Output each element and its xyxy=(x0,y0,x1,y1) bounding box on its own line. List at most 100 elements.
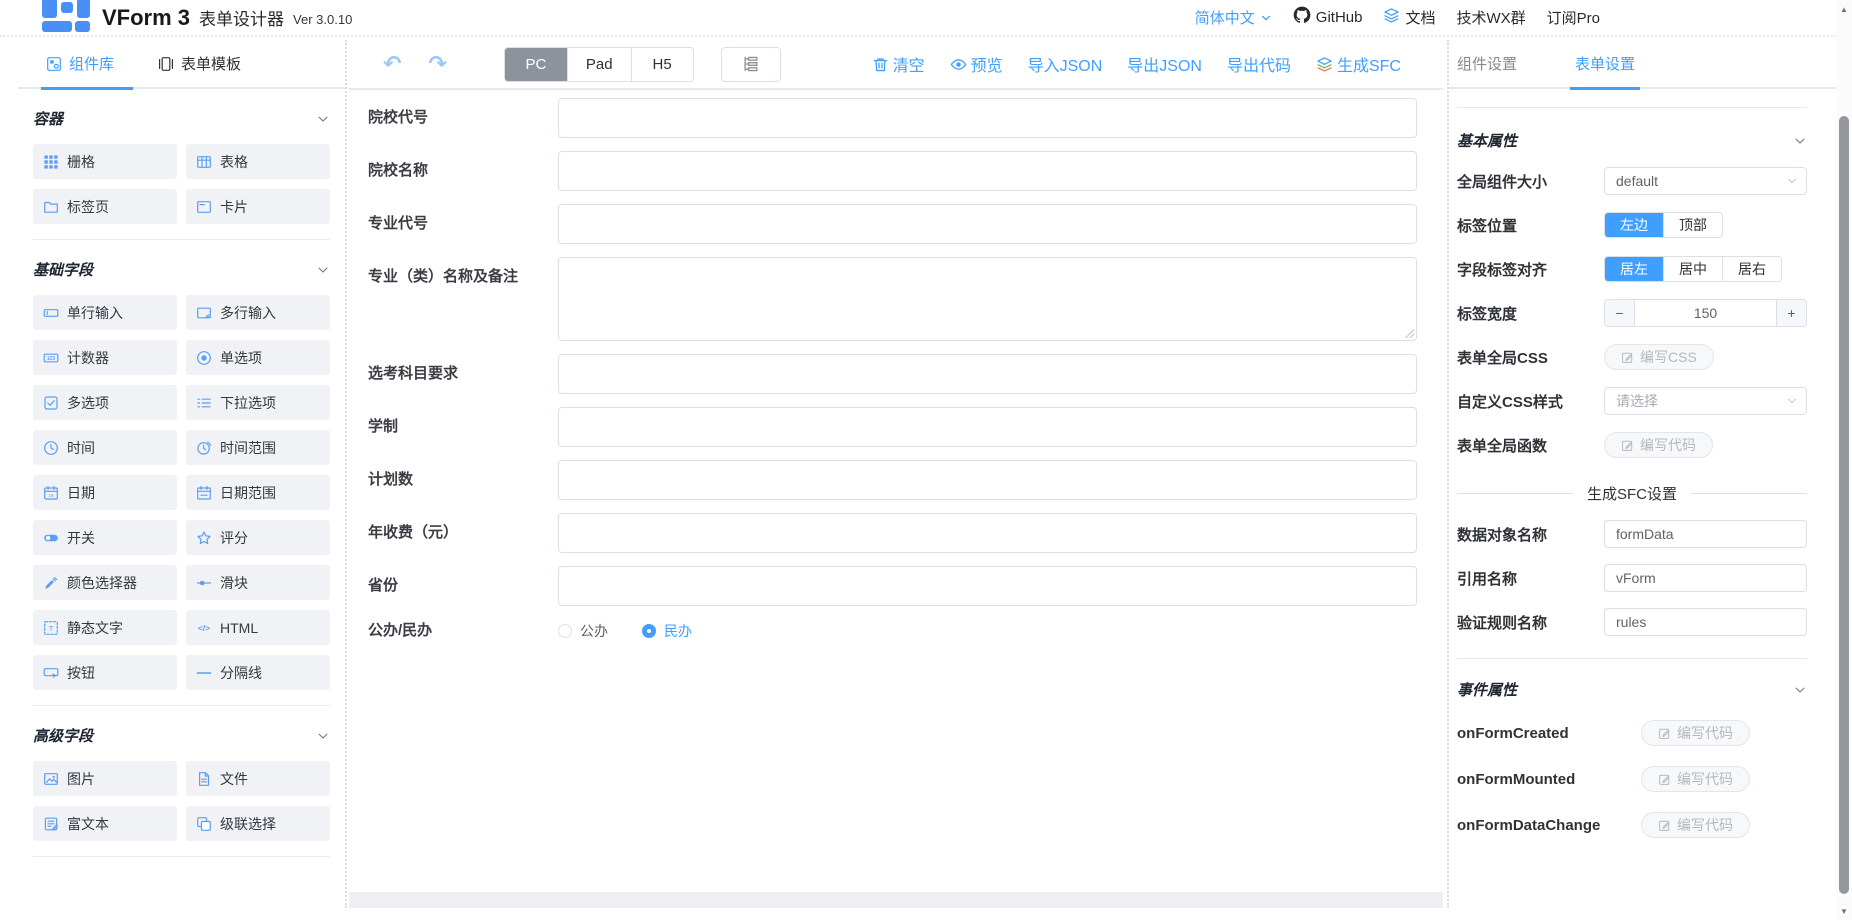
data-object-name-input[interactable]: formData xyxy=(1604,520,1807,548)
label-position-option[interactable]: 顶部 xyxy=(1663,213,1722,237)
text-input-field[interactable] xyxy=(558,566,1417,606)
onFormCreated-edit-button[interactable]: 编写代码 xyxy=(1641,720,1750,746)
text-input-field[interactable] xyxy=(558,407,1417,447)
import-json-button[interactable]: 导入JSON xyxy=(1028,52,1103,76)
widget-radio[interactable]: 单选项 xyxy=(186,340,330,375)
widget-rate[interactable]: 评分 xyxy=(186,520,330,555)
form-field-major-code[interactable]: 专业代号 xyxy=(368,204,1417,244)
radio-option[interactable]: 公办 xyxy=(558,621,608,641)
custom-css-class-select[interactable]: 请选择 xyxy=(1604,387,1807,415)
scrollbar-thumb[interactable] xyxy=(1839,116,1849,894)
clear-button[interactable]: 清空 xyxy=(872,52,925,76)
undo-icon[interactable]: ↶ xyxy=(383,53,401,75)
form-sheet[interactable]: 院校代号院校名称专业代号专业（类）名称及备注选考科目要求学制计划数年收费（元） 省… xyxy=(349,90,1443,892)
export-json-button[interactable]: 导出JSON xyxy=(1127,52,1202,76)
tab-form-settings[interactable]: 表单设置 xyxy=(1575,39,1635,88)
widget-section-header[interactable]: 容器 xyxy=(33,108,330,129)
widget-picture[interactable]: 图片 xyxy=(33,761,177,796)
widget-select[interactable]: 下拉选项 xyxy=(186,385,330,420)
form-field-plan-count[interactable]: 计划数 xyxy=(368,460,1417,500)
tab-form-template[interactable]: 表单模板 xyxy=(158,39,241,88)
form-field-annual-fee[interactable]: 年收费（元） xyxy=(368,513,1417,553)
widget-input[interactable]: 单行输入 xyxy=(33,295,177,330)
text-input-field[interactable] xyxy=(558,204,1417,244)
widget-rich-editor[interactable]: 富文本 xyxy=(33,806,177,841)
widget-date-range[interactable]: 日期范围 xyxy=(186,475,330,510)
chevron-down-icon[interactable] xyxy=(1793,683,1807,697)
text-input-field[interactable] xyxy=(558,513,1417,553)
docs-link[interactable]: 文档 xyxy=(1383,7,1435,28)
device-tab-pc[interactable]: PC xyxy=(505,48,567,81)
event-props-header[interactable]: 事件属性 xyxy=(1457,679,1807,700)
text-input-field[interactable] xyxy=(558,460,1417,500)
stepper-value[interactable]: 150 xyxy=(1635,300,1776,326)
increase-button[interactable]: + xyxy=(1776,300,1806,326)
label-align-option[interactable]: 居中 xyxy=(1663,257,1722,281)
widget-time[interactable]: 时间 xyxy=(33,430,177,465)
tab-widget-settings[interactable]: 组件设置 xyxy=(1457,39,1517,88)
text-input-field[interactable] xyxy=(558,151,1417,191)
widget-textarea[interactable]: 多行输入 xyxy=(186,295,330,330)
onFormDataChange-edit-button[interactable]: 编写代码 xyxy=(1641,812,1750,838)
widget-section-header[interactable]: 基础字段 xyxy=(33,259,330,280)
form-field-school-name[interactable]: 院校名称 xyxy=(368,151,1417,191)
resize-grip-icon[interactable] xyxy=(1404,328,1414,338)
chevron-down-icon[interactable] xyxy=(316,729,330,743)
label-position-option[interactable]: 左边 xyxy=(1605,213,1663,237)
decrease-button[interactable]: − xyxy=(1605,300,1635,326)
widget-file[interactable]: 文件 xyxy=(186,761,330,796)
widget-card[interactable]: 卡片 xyxy=(186,189,330,224)
widget-html[interactable]: </>HTML xyxy=(186,610,330,645)
onFormMounted-edit-button[interactable]: 编写代码 xyxy=(1641,766,1750,792)
widget-date[interactable]: 19日期 xyxy=(33,475,177,510)
label-align-option[interactable]: 居左 xyxy=(1605,257,1663,281)
device-tab-pad[interactable]: Pad xyxy=(567,48,631,81)
widget-button[interactable]: 按钮 xyxy=(33,655,177,690)
export-code-button[interactable]: 导出代码 xyxy=(1227,52,1291,76)
form-field-school-code[interactable]: 院校代号 xyxy=(368,98,1417,138)
widget-table[interactable]: 表格 xyxy=(186,144,330,179)
textarea-field[interactable] xyxy=(558,257,1417,341)
form-css-edit-button[interactable]: 编写CSS xyxy=(1604,344,1714,370)
widget-checkbox[interactable]: 多选项 xyxy=(33,385,177,420)
rules-name-input[interactable]: rules xyxy=(1604,608,1807,636)
generate-sfc-button[interactable]: 生成SFC xyxy=(1316,52,1401,76)
widget-slider[interactable]: 滑块 xyxy=(186,565,330,600)
text-input-field[interactable] xyxy=(558,98,1417,138)
window-scrollbar[interactable]: ▲ ▼ xyxy=(1836,0,1852,920)
scroll-down-arrow[interactable]: ▼ xyxy=(1836,907,1852,916)
text-input-field[interactable] xyxy=(558,354,1417,394)
widget-cascader[interactable]: 级联选择 xyxy=(186,806,330,841)
device-tab-h5[interactable]: H5 xyxy=(631,48,693,81)
github-link[interactable]: GitHub xyxy=(1293,6,1363,28)
form-field-major-name-notes[interactable]: 专业（类）名称及备注 xyxy=(368,257,1417,341)
tab-widget-library[interactable]: 组件库 xyxy=(46,39,114,88)
scroll-up-arrow[interactable]: ▲ xyxy=(1836,5,1852,14)
form-field-province[interactable]: 省份 xyxy=(368,566,1417,606)
chevron-down-icon[interactable] xyxy=(316,263,330,277)
label-align-option[interactable]: 居右 xyxy=(1722,257,1781,281)
global-size-select[interactable]: default xyxy=(1604,167,1807,195)
preview-button[interactable]: 预览 xyxy=(950,52,1003,76)
widget-number[interactable]: 123计数器 xyxy=(33,340,177,375)
form-field-public-private[interactable]: 公办/民办公办民办 xyxy=(368,619,1417,643)
form-field-subject-requirements[interactable]: 选考科目要求 xyxy=(368,354,1417,394)
widget-color[interactable]: 颜色选择器 xyxy=(33,565,177,600)
widget-static-text[interactable]: T静态文字 xyxy=(33,610,177,645)
widget-tab[interactable]: 标签页 xyxy=(33,189,177,224)
chevron-down-icon[interactable] xyxy=(316,112,330,126)
radio-option[interactable]: 民办 xyxy=(642,621,692,641)
wx-group-link[interactable]: 技术WX群 xyxy=(1456,7,1525,28)
ref-name-input[interactable]: vForm xyxy=(1604,564,1807,592)
subscribe-pro-link[interactable]: 订阅Pro xyxy=(1547,7,1600,28)
chevron-down-icon[interactable] xyxy=(1793,134,1807,148)
widget-switch[interactable]: 开关 xyxy=(33,520,177,555)
redo-icon[interactable]: ↷ xyxy=(428,53,446,75)
language-selector[interactable]: 简体中文 xyxy=(1195,7,1272,28)
widget-section-header[interactable]: 高级字段 xyxy=(33,725,330,746)
widget-time-range[interactable]: 时间范围 xyxy=(186,430,330,465)
node-tree-button[interactable] xyxy=(721,47,781,82)
global-functions-edit-button[interactable]: 编写代码 xyxy=(1604,432,1713,458)
widget-divider[interactable]: 分隔线 xyxy=(186,655,330,690)
form-field-study-length[interactable]: 学制 xyxy=(368,407,1417,447)
